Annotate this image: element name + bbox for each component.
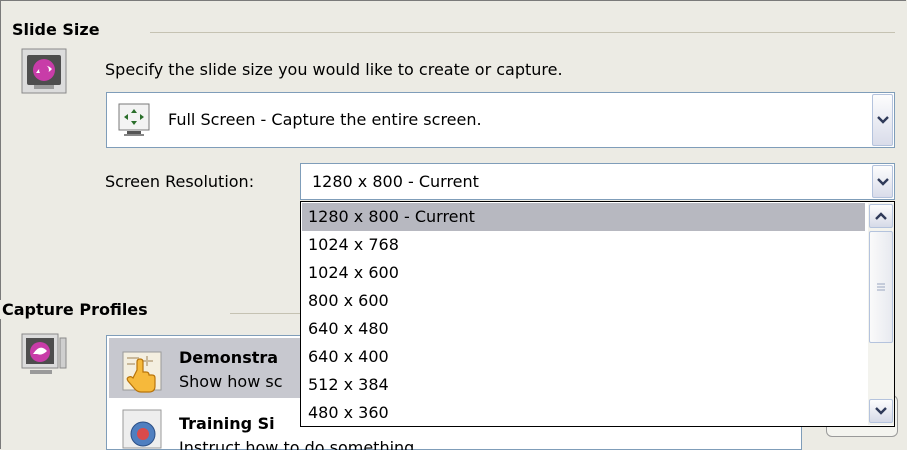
- screen-resolution-combo[interactable]: 1280 x 800 - Current: [300, 163, 895, 200]
- resolution-option[interactable]: 1280 x 800 - Current: [302, 203, 865, 231]
- training-simulation-icon: [122, 409, 162, 449]
- screen-resolution-value: 1280 x 800 - Current: [312, 172, 479, 191]
- profile-description: Show how sc: [179, 372, 283, 391]
- slide-size-divider: [150, 32, 895, 33]
- demonstration-hand-icon: [122, 351, 162, 393]
- grip-icon: [877, 283, 885, 291]
- full-screen-icon: [118, 103, 150, 136]
- resolution-option[interactable]: 1024 x 600: [302, 259, 865, 287]
- slide-size-group-title: Slide Size: [12, 20, 110, 39]
- profile-description: Instruct how to do something: [179, 438, 415, 450]
- scroll-up-button[interactable]: [869, 204, 893, 228]
- screen-resolution-label: Screen Resolution:: [105, 172, 255, 191]
- capture-profiles-icon: [21, 333, 67, 374]
- chevron-down-icon: [876, 177, 889, 186]
- chevron-down-icon: [875, 407, 887, 415]
- screen-resolution-dropdown-button[interactable]: [872, 165, 893, 198]
- capture-mode-dropdown-button[interactable]: [872, 94, 893, 146]
- slide-size-icon: [21, 48, 67, 94]
- capture-profiles-group-title: Capture Profiles: [0, 300, 158, 319]
- resolution-option[interactable]: 512 x 384: [302, 371, 865, 399]
- resolution-option[interactable]: 800 x 600: [302, 287, 865, 315]
- resolution-option[interactable]: 480 x 360: [302, 399, 865, 427]
- chevron-down-icon: [876, 116, 889, 124]
- scroll-thumb[interactable]: [869, 231, 893, 343]
- scroll-down-button[interactable]: [869, 399, 893, 423]
- slide-size-instruction: Specify the slide size you would like to…: [105, 60, 563, 79]
- resolution-option[interactable]: 640 x 480: [302, 315, 865, 343]
- listbox-scrollbar[interactable]: [868, 203, 894, 425]
- chevron-up-icon: [875, 212, 887, 220]
- resolution-option[interactable]: 640 x 400: [302, 343, 865, 371]
- capture-profiles-divider: [230, 313, 300, 314]
- capture-mode-value: Full Screen - Capture the entire screen.: [168, 110, 482, 129]
- profile-title: Demonstra: [179, 348, 279, 367]
- profile-title: Training Si: [179, 414, 275, 433]
- screen-resolution-listbox[interactable]: 1280 x 800 - Current 1024 x 768 1024 x 600…: [300, 201, 895, 427]
- capture-mode-combo[interactable]: Full Screen - Capture the entire screen.: [106, 92, 895, 148]
- resolution-option[interactable]: 1024 x 768: [302, 231, 865, 259]
